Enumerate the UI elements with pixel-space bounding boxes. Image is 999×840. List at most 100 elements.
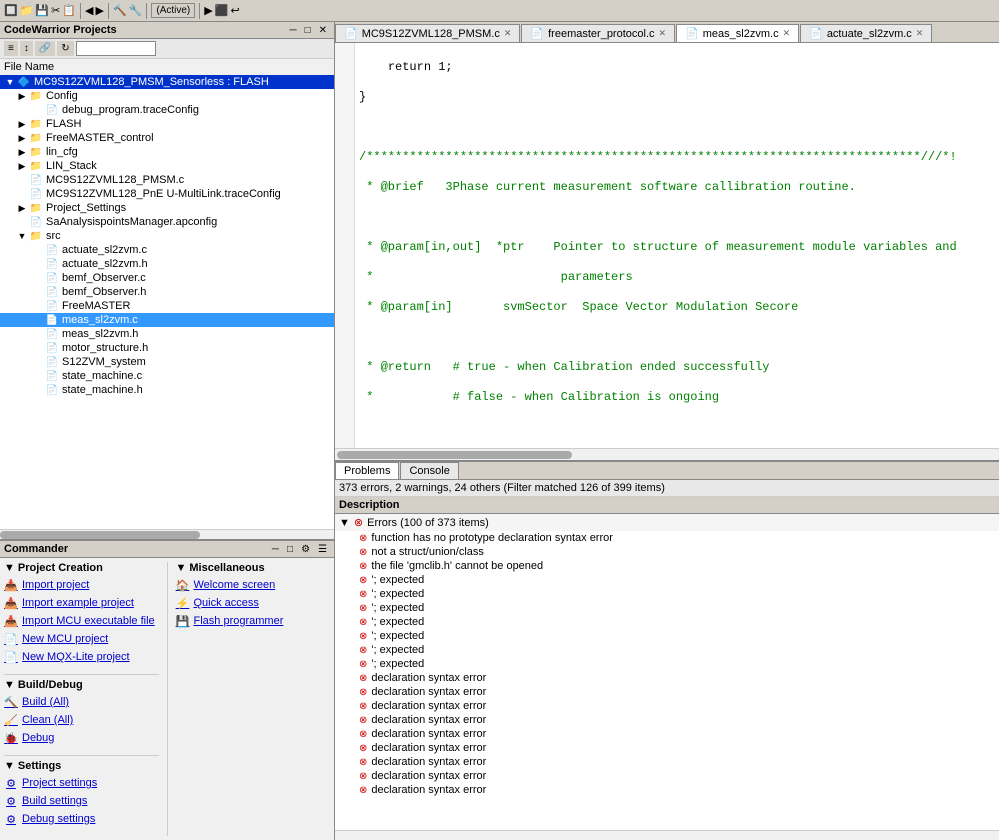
file-icon-bemf-h: 📄: [44, 287, 60, 298]
code-line-2: }: [359, 89, 999, 105]
tree-item-root[interactable]: ▼ 🔷 MC9S12ZVML128_PMSM_Sensorless : FLAS…: [0, 75, 334, 89]
tree-item-lin-stack[interactable]: ▶ 📁 LIN_Stack: [0, 159, 334, 173]
tree-item-sa-analysis[interactable]: 📄 SaAnalysispointsManager.apconfig: [0, 215, 334, 229]
tab-meas[interactable]: 📄 meas_sl2zvm.c ✕: [676, 24, 799, 42]
cmd-clean[interactable]: 🧹 Clean (All): [4, 711, 159, 729]
problem-item-10[interactable]: ⊗ declaration syntax error: [335, 671, 999, 685]
cmd-build[interactable]: 🔨 Build (All): [4, 693, 159, 711]
tree-item-config[interactable]: ▶ 📁 Config: [0, 89, 334, 103]
problem-item-11[interactable]: ⊗ declaration syntax error: [335, 685, 999, 699]
cmd-view-btn[interactable]: ☰: [315, 544, 330, 555]
problem-item-3[interactable]: ⊗ '; expected: [335, 573, 999, 587]
minimize-btn[interactable]: ─: [286, 25, 299, 36]
cmd-build-settings[interactable]: ⚙ Build settings: [4, 792, 159, 810]
filter-btn[interactable]: 🔗: [35, 41, 55, 56]
tree-item-actuate-h[interactable]: 📄 actuate_sl2zvm.h: [0, 257, 334, 271]
flash-programmer-label: Flash programmer: [194, 615, 284, 627]
cmd-debug[interactable]: 🐞 Debug: [4, 729, 159, 747]
maximize-btn[interactable]: □: [302, 25, 314, 36]
project-creation-label: Project Creation: [18, 562, 103, 574]
problems-group-header[interactable]: ▼ ⊗ Errors (100 of 373 items): [335, 514, 999, 531]
tree-item-s12zvm[interactable]: 📄 S12ZVM_system: [0, 355, 334, 369]
tree-item-state-h[interactable]: 📄 state_machine.h: [0, 383, 334, 397]
build-debug-divider: [4, 674, 159, 675]
problem-item-0[interactable]: ⊗ function has no prototype declaration …: [335, 531, 999, 545]
tab-close-meas[interactable]: ✕: [783, 28, 791, 39]
tree-item-meas-c[interactable]: 📄 meas_sl2zvm.c: [0, 313, 334, 327]
build-label: Build (All): [22, 696, 69, 708]
cmd-flash-programmer[interactable]: 💾 Flash programmer: [176, 612, 331, 630]
problems-list[interactable]: ▼ ⊗ Errors (100 of 373 items) ⊗ function…: [335, 514, 999, 830]
cmd-import-mcu[interactable]: 📥 Import MCU executable file: [4, 612, 159, 630]
tab-close-mc9s12[interactable]: ✕: [504, 28, 512, 39]
cmd-new-mcu[interactable]: 📄 New MCU project: [4, 630, 159, 648]
problem-item-4[interactable]: ⊗ '; expected: [335, 587, 999, 601]
tree-item-motor-h[interactable]: 📄 motor_structure.h: [0, 341, 334, 355]
tab-close-actuate[interactable]: ✕: [916, 28, 924, 39]
cmd-project-creation: ▼ Project Creation 📥 Import project 📥 Im…: [4, 562, 159, 666]
problem-item-6[interactable]: ⊗ '; expected: [335, 615, 999, 629]
cmd-welcome-screen[interactable]: 🏠 Welcome screen: [176, 576, 331, 594]
problem-item-12[interactable]: ⊗ declaration syntax error: [335, 699, 999, 713]
tree-item-src[interactable]: ▼ 📁 src: [0, 229, 334, 243]
tree-item-actuate-c[interactable]: 📄 actuate_sl2zvm.c: [0, 243, 334, 257]
sort-btn[interactable]: ↕: [20, 41, 33, 56]
cmd-maximize-btn[interactable]: □: [284, 544, 296, 555]
problem-item-14[interactable]: ⊗ declaration syntax error: [335, 727, 999, 741]
problem-item-7[interactable]: ⊗ '; expected: [335, 629, 999, 643]
file-name-label: File Name: [0, 59, 334, 75]
explorer-scrollbar[interactable]: [0, 529, 334, 539]
code-content[interactable]: return 1; } /***************************…: [335, 43, 999, 448]
tree-item-bemf-c[interactable]: 📄 bemf_Observer.c: [0, 271, 334, 285]
problem-item-13[interactable]: ⊗ declaration syntax error: [335, 713, 999, 727]
tree-item-state-c[interactable]: 📄 state_machine.c: [0, 369, 334, 383]
file-tree[interactable]: ▼ 🔷 MC9S12ZVML128_PMSM_Sensorless : FLAS…: [0, 75, 334, 529]
tab-close-freemaster[interactable]: ✕: [659, 28, 667, 39]
problem-item-1[interactable]: ⊗ not a struct/union/class: [335, 545, 999, 559]
tab-freemaster[interactable]: 📄 freemaster_protocol.c ✕: [521, 24, 675, 42]
problem-item-16[interactable]: ⊗ declaration syntax error: [335, 755, 999, 769]
cmd-quick-access[interactable]: ⚡ Quick access: [176, 594, 331, 612]
cmd-import-example[interactable]: 📥 Import example project: [4, 594, 159, 612]
cmd-minimize-btn[interactable]: ─: [269, 544, 282, 555]
cmd-import-project[interactable]: 📥 Import project: [4, 576, 159, 594]
tab-problems[interactable]: Problems: [335, 462, 399, 479]
code-horizontal-scroll[interactable]: [335, 448, 999, 460]
tree-item-mc9s12-c[interactable]: 📄 MC9S12ZVML128_PMSM.c: [0, 173, 334, 187]
group-label: Errors (100 of 373 items): [367, 517, 489, 529]
search-input[interactable]: [76, 41, 156, 56]
problem-item-8[interactable]: ⊗ '; expected: [335, 643, 999, 657]
problem-item-2[interactable]: ⊗ the file 'gmclib.h' cannot be opened: [335, 559, 999, 573]
problem-item-15[interactable]: ⊗ declaration syntax error: [335, 741, 999, 755]
problem-item-17[interactable]: ⊗ declaration syntax error: [335, 769, 999, 783]
problem-item-9[interactable]: ⊗ '; expected: [335, 657, 999, 671]
tree-item-freemaster[interactable]: ▶ 📁 FreeMASTER_control: [0, 131, 334, 145]
tree-item-lin-cfg[interactable]: ▶ 📁 lin_cfg: [0, 145, 334, 159]
cmd-settings-btn[interactable]: ⚙: [298, 544, 313, 555]
cmd-debug-settings[interactable]: ⚙ Debug settings: [4, 810, 159, 828]
tab-actuate[interactable]: 📄 actuate_sl2zvm.c ✕: [800, 24, 932, 42]
cmd-project-settings[interactable]: ⚙ Project settings: [4, 774, 159, 792]
refresh-btn[interactable]: ↻: [57, 41, 73, 56]
tab-mc9s12[interactable]: 📄 MC9S12ZVML128_PMSM.c ✕: [335, 24, 520, 42]
problem-item-5[interactable]: ⊗ '; expected: [335, 601, 999, 615]
tree-item-project-settings[interactable]: ▶ 📁 Project_Settings: [0, 201, 334, 215]
tree-item-freemaster-file[interactable]: 📄 FreeMASTER: [0, 299, 334, 313]
code-line-param2: * @param[in] svmSector Space Vector Modu…: [359, 299, 999, 315]
tab-icon-actuate: 📄: [809, 27, 823, 40]
problems-scroll[interactable]: [335, 830, 999, 840]
code-body[interactable]: return 1; } /***************************…: [355, 43, 999, 448]
tree-item-meas-h[interactable]: 📄 meas_sl2zvm.h: [0, 327, 334, 341]
tree-item-bemf-h[interactable]: 📄 bemf_Observer.h: [0, 285, 334, 299]
tab-console[interactable]: Console: [400, 462, 458, 479]
close-btn[interactable]: ✕: [316, 25, 330, 36]
cmd-new-mqx[interactable]: 📄 New MQX-Lite project: [4, 648, 159, 666]
tree-item-debug-trace[interactable]: 📄 debug_program.traceConfig: [0, 103, 334, 117]
problem-item-18[interactable]: ⊗ declaration syntax error: [335, 783, 999, 797]
folder-icon-lin-cfg: 📁: [28, 147, 44, 158]
cmd-arrow-project: ▼: [4, 562, 15, 574]
collapse-all-btn[interactable]: ≡: [4, 41, 18, 56]
build-settings-label: Build settings: [22, 795, 87, 807]
tree-item-flash[interactable]: ▶ 📁 FLASH: [0, 117, 334, 131]
tree-item-mc9s12-pne[interactable]: 📄 MC9S12ZVML128_PnE U-MultiLink.traceCon…: [0, 187, 334, 201]
